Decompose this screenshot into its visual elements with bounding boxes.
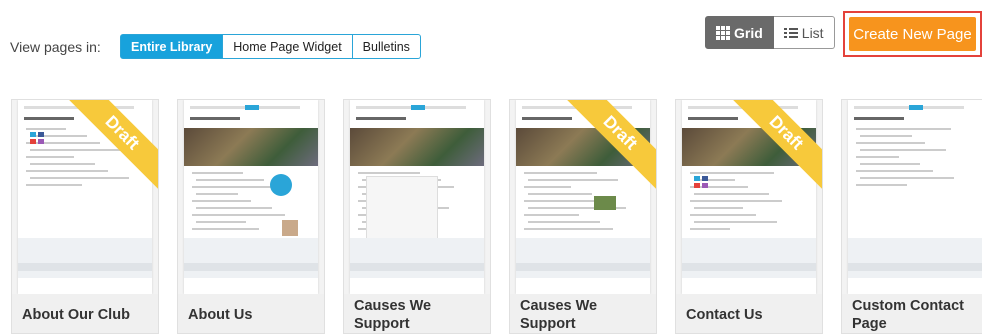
page-title: Contact Us (676, 294, 822, 333)
filter-entire-library[interactable]: Entire Library (120, 34, 224, 59)
page-card[interactable]: Causes We Support (343, 99, 491, 334)
page-title: About Our Club (12, 294, 158, 333)
filter-bulletins[interactable]: Bulletins (352, 34, 421, 59)
page-card[interactable]: About Us (177, 99, 325, 334)
page-card[interactable]: Draft Contact Us (675, 99, 823, 334)
page-card[interactable]: Custom Contact Page (841, 99, 982, 334)
page-card[interactable]: Draft About Our Club (11, 99, 159, 334)
filter-home-page-widget[interactable]: Home Page Widget (223, 34, 353, 59)
view-toggle: Grid List (705, 16, 835, 49)
page-title: Custom Contact Page (842, 294, 982, 333)
grid-icon (716, 25, 730, 40)
page-title: Causes We Support (344, 294, 490, 333)
list-view-button[interactable]: List (773, 16, 835, 49)
grid-view-button[interactable]: Grid (705, 16, 774, 49)
page-title: Causes We Support (510, 294, 656, 333)
library-filter: Entire Library Home Page Widget Bulletin… (120, 34, 421, 59)
page-title: About Us (178, 294, 324, 333)
create-page-highlight: Create New Page (843, 11, 982, 57)
view-pages-label: View pages in: (10, 39, 101, 55)
page-thumbnail (178, 100, 324, 294)
grid-view-label: Grid (734, 24, 763, 41)
list-icon (783, 27, 798, 38)
list-view-label: List (801, 24, 824, 41)
page-thumbnail (842, 100, 982, 294)
create-new-page-button[interactable]: Create New Page (849, 17, 976, 51)
page-card[interactable]: Draft Causes We Support (509, 99, 657, 334)
page-thumbnail (344, 100, 490, 294)
